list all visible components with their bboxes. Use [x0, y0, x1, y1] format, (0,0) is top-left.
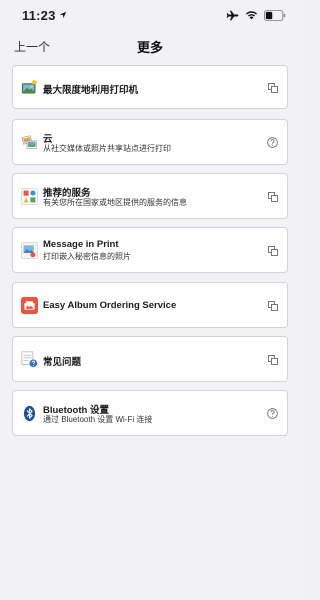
open-external-icon [268, 192, 278, 202]
location-arrow-icon [59, 6, 67, 24]
help-icon [267, 408, 278, 419]
status-time: 11:23 [22, 7, 56, 23]
list-item-printer-tips[interactable]: 最大限度地利用打印机 [12, 65, 288, 109]
cloud-photos-icon [21, 134, 38, 151]
open-external-icon [268, 246, 278, 256]
page-title: 更多 [136, 40, 163, 55]
list-item-faq[interactable]: 常见问题 [12, 336, 288, 382]
album-icon [21, 297, 38, 314]
wifi-icon [245, 10, 258, 20]
open-external-icon [268, 83, 278, 93]
list-item-title: Message in Print [43, 239, 119, 250]
services-grid-icon [21, 188, 38, 205]
status-right [226, 9, 286, 21]
faq-icon [21, 351, 38, 368]
list-item-title: Easy Album Ordering Service [43, 300, 177, 311]
list-item-bluetooth-settings[interactable]: Bluetooth 设置 通过 Bluetooth 设置 Wi-Fi 连接 [12, 390, 288, 436]
open-external-icon [268, 355, 278, 365]
list-item-subtitle: 通过 Bluetooth 设置 Wi-Fi 连接 [43, 415, 153, 424]
airplane-icon [226, 10, 239, 21]
list-item-subtitle: 有关您所在国家或地区提供的服务的信息 [43, 198, 187, 207]
list-item-cloud[interactable]: 云 从社交媒体或照片共享站点进行打印 [12, 119, 288, 165]
bluetooth-icon [21, 405, 38, 422]
status-left: 11:23 [22, 6, 67, 24]
printer-photo-icon [21, 79, 38, 96]
more-screen: 11:23 上一个 更多 最大限度地利用打印机 云 从社交媒体或照片共享站点进行… [0, 0, 300, 600]
list-item-title: 常见问题 [43, 357, 82, 368]
list-item-message-in-print[interactable]: Message in Print 打印嵌入秘密信息的照片 [12, 227, 288, 273]
help-icon [267, 137, 278, 148]
list-item-easy-album[interactable]: Easy Album Ordering Service [12, 282, 288, 328]
list-item-subtitle: 从社交媒体或照片共享站点进行打印 [43, 144, 171, 153]
open-external-icon [268, 301, 278, 311]
list-item-subtitle: 打印嵌入秘密信息的照片 [43, 252, 131, 261]
list-item-recommended-services[interactable]: 推荐的服务 有关您所在国家或地区提供的服务的信息 [12, 173, 288, 219]
status-bar: 11:23 [0, 0, 300, 30]
list-item-title: 最大限度地利用打印机 [43, 85, 139, 96]
battery-icon [264, 9, 286, 21]
navigation-bar: 上一个 更多 [0, 34, 300, 60]
message-print-icon [21, 242, 38, 259]
